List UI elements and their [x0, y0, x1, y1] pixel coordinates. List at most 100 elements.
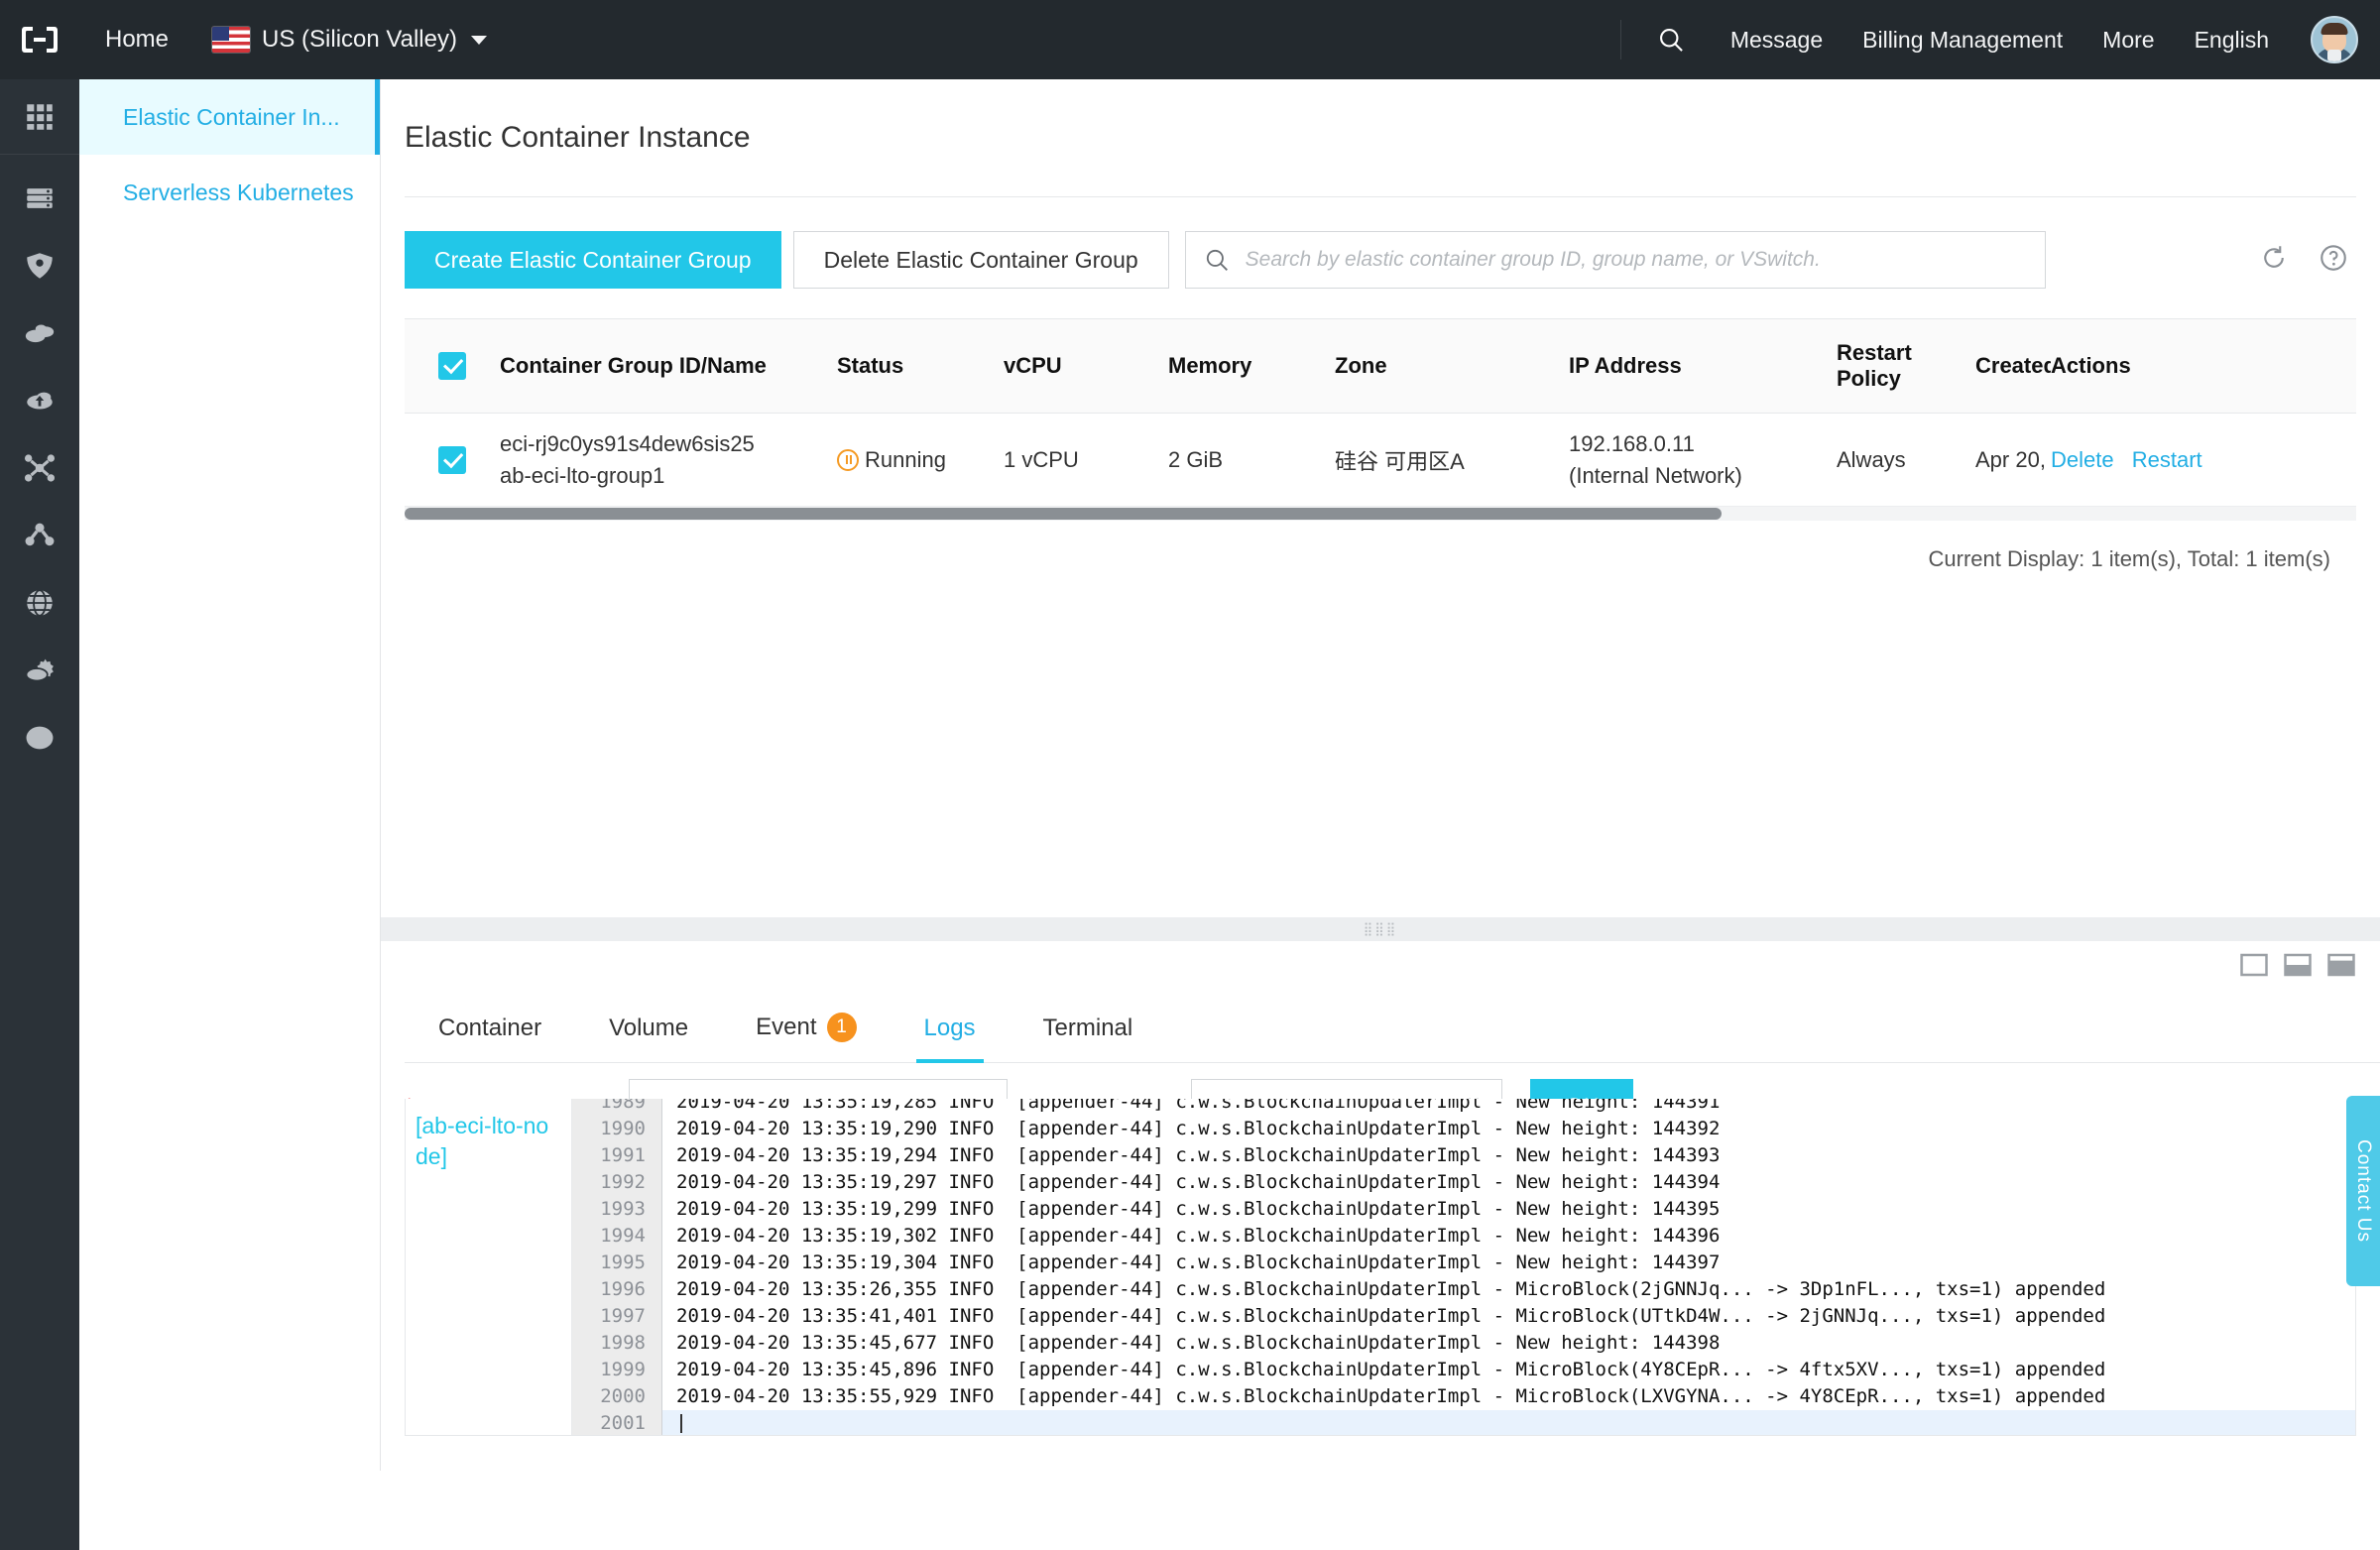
status-badge: Running	[837, 447, 1004, 473]
refresh-button[interactable]	[2259, 243, 2289, 278]
cell-container-group-id-name: eci-rj9c0ys91s4dew6sis25 ab-eci-lto-grou…	[500, 428, 837, 492]
tab-logs[interactable]: Logs	[891, 1014, 1010, 1063]
select-all-checkbox[interactable]	[438, 352, 466, 380]
status-label: Running	[865, 446, 946, 472]
rail-spacer	[0, 155, 79, 165]
layout-full-icon[interactable]	[2239, 952, 2269, 978]
log-line-number: 1991	[572, 1142, 661, 1169]
top-header-right: Message Billing Management More English	[1619, 0, 2380, 79]
header-link-billing-management[interactable]: Billing Management	[1843, 27, 2082, 54]
column-header-created[interactable]: Created A	[1975, 353, 2051, 379]
column-header-memory[interactable]: Memory	[1168, 353, 1335, 379]
header-link-message[interactable]: Message	[1711, 27, 1843, 54]
contact-us-label: Contact Us	[2353, 1139, 2374, 1243]
log-line-text: 2019-04-20 13:35:19,302 INFO [appender-4…	[661, 1223, 1720, 1250]
log-line: 1996 2019-04-20 13:35:26,355 INFO [append…	[572, 1276, 2355, 1303]
column-header-ip-address[interactable]: IP Address	[1569, 353, 1837, 379]
log-line-number: 1998	[572, 1330, 661, 1357]
cloud-upload-icon	[27, 392, 53, 410]
search-icon	[1206, 249, 1228, 271]
log-line: 1997 2019-04-20 13:35:41,401 INFO [append…	[572, 1303, 2355, 1330]
tab-container[interactable]: Container	[405, 1014, 575, 1062]
home-link[interactable]: Home	[79, 26, 194, 54]
top-header-bar: Home US (Silicon Valley) Message Billing…	[0, 0, 2380, 79]
tab-label: Container	[438, 1014, 542, 1041]
log-line: 1991 2019-04-20 13:35:19,294 INFO [append…	[572, 1142, 2355, 1169]
rail-item-cloud-settings[interactable]	[0, 637, 79, 704]
sidebar-item-elastic-container-instance[interactable]: Elastic Container In...	[79, 79, 380, 155]
delete-elastic-container-group-button[interactable]: Delete Elastic Container Group	[792, 231, 1169, 289]
row-checkbox[interactable]	[438, 445, 466, 474]
search-input[interactable]	[1245, 248, 2027, 272]
log-line-number: 1997	[572, 1303, 661, 1330]
cloud-settings-icon	[25, 658, 54, 682]
column-header-name[interactable]: Container Group ID/Name	[500, 353, 837, 379]
delete-action-link[interactable]: Delete	[2051, 447, 2114, 472]
global-search-button[interactable]	[1631, 26, 1711, 54]
column-header-restart-policy[interactable]: Restart Policy	[1837, 340, 1975, 392]
table-footer-count: Current Display: 1 item(s), Total: 1 ite…	[1928, 546, 2330, 571]
rail-item-servers[interactable]	[0, 165, 79, 232]
tab-label: Logs	[923, 1014, 976, 1041]
sidebar-item-label: Serverless Kubernetes	[123, 179, 354, 205]
tab-volume[interactable]: Volume	[575, 1014, 722, 1062]
help-button[interactable]	[2319, 243, 2348, 278]
log-line-text: 2019-04-20 13:35:19,294 INFO [appender-4…	[661, 1142, 1720, 1169]
contact-us-tab[interactable]: Contact Us	[2346, 1096, 2380, 1286]
tab-event[interactable]: Event 1	[722, 1013, 890, 1062]
restart-policy-line1: Restart	[1837, 340, 1912, 365]
rail-item-network[interactable]	[0, 434, 79, 502]
log-line-text: 2019-04-20 13:35:41,401 INFO [appender-4…	[661, 1303, 2105, 1330]
layout-half-icon[interactable]	[2283, 952, 2313, 978]
cell-restart-policy: Always	[1837, 446, 1906, 472]
app-logo[interactable]	[0, 0, 79, 79]
column-header-vcpu[interactable]: vCPU	[1004, 353, 1168, 379]
scrollbar-thumb[interactable]	[405, 508, 1722, 520]
cell-memory: 2 GiB	[1168, 446, 1224, 472]
log-viewer[interactable]: [ab-eci-lto-node] 1989 2019-04-20 13:35:1…	[405, 1099, 2356, 1436]
panel-size-controls	[2239, 952, 2356, 978]
rail-item-clouds[interactable]	[0, 299, 79, 367]
region-selector[interactable]: US (Silicon Valley)	[194, 26, 505, 54]
page-title: Elastic Container Instance	[405, 121, 751, 154]
circle-icon	[26, 726, 54, 750]
header-link-english[interactable]: English	[2175, 27, 2289, 54]
ip-address-note: (Internal Network)	[1569, 462, 1742, 488]
panel-splitter[interactable]: ⣿⣿⣿	[381, 917, 2380, 941]
table-horizontal-scrollbar[interactable]	[405, 507, 2356, 521]
search-box[interactable]	[1184, 231, 2046, 289]
table-row[interactable]: eci-rj9c0ys91s4dew6sis25 ab-eci-lto-grou…	[405, 414, 2356, 507]
apps-grid-icon	[27, 103, 53, 130]
refresh-icon	[2264, 245, 2284, 268]
cell-status: Running	[837, 447, 1004, 473]
rail-item-network-global[interactable]	[0, 569, 79, 637]
chevron-down-icon	[470, 35, 487, 45]
tab-label: Terminal	[1042, 1014, 1133, 1041]
layout-small-icon[interactable]	[2326, 952, 2356, 978]
log-line: 1993 2019-04-20 13:35:19,299 INFO [append…	[572, 1196, 2355, 1223]
tab-terminal[interactable]: Terminal	[1010, 1014, 1167, 1062]
user-avatar[interactable]	[2311, 16, 2358, 63]
column-header-zone[interactable]: Zone	[1335, 353, 1569, 379]
region-label: US (Silicon Valley)	[262, 26, 457, 53]
rail-item-circle[interactable]	[0, 704, 79, 772]
cell-actions: Delete Restart	[2051, 447, 2249, 473]
rail-item-apps[interactable]	[0, 79, 79, 155]
restart-action-link[interactable]: Restart	[2132, 447, 2202, 472]
log-line: 1989 2019-04-20 13:35:19,285 INFO [append…	[572, 1099, 2355, 1116]
table-header-row: Container Group ID/Name Status vCPU Memo…	[405, 318, 2356, 414]
header-link-more[interactable]: More	[2082, 27, 2174, 54]
clouds-icon	[25, 324, 55, 343]
rail-item-security[interactable]	[0, 232, 79, 299]
log-line-text: 2019-04-20 13:35:19,285 INFO [appender-4…	[661, 1099, 1720, 1116]
rail-item-cloud-upload[interactable]	[0, 367, 79, 434]
log-line-text: 2019-04-20 13:35:19,290 INFO [appender-4…	[661, 1116, 1720, 1142]
log-line-text: 2019-04-20 13:35:45,896 INFO [appender-4…	[661, 1357, 2105, 1383]
log-lines-container[interactable]: 1989 2019-04-20 13:35:19,285 INFO [append…	[572, 1099, 2355, 1435]
rail-item-share[interactable]	[0, 502, 79, 569]
column-header-status[interactable]: Status	[837, 353, 1004, 379]
log-line: 2000 2019-04-20 13:35:55,929 INFO [append…	[572, 1383, 2355, 1410]
cell-zone: 硅谷 可用区A	[1335, 448, 1465, 474]
create-elastic-container-group-button[interactable]: Create Elastic Container Group	[405, 231, 781, 289]
sidebar-item-serverless-kubernetes[interactable]: Serverless Kubernetes	[79, 155, 380, 230]
